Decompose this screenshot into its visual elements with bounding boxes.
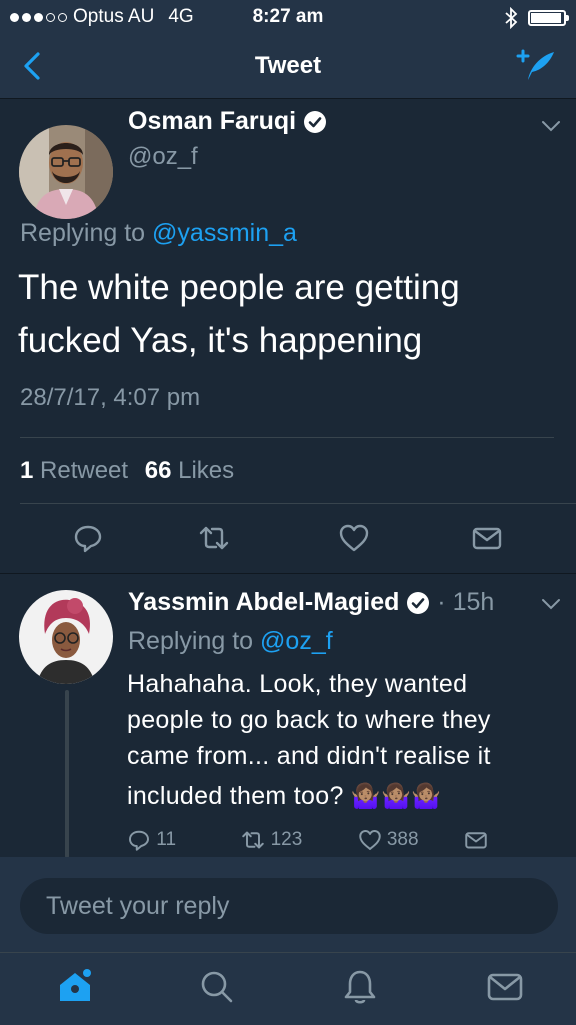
replying-to-link[interactable]: @yassmin_a: [152, 219, 297, 247]
search-icon[interactable]: [199, 969, 235, 1005]
chevron-down-icon[interactable]: [540, 597, 562, 611]
tweet-timestamp: 28/7/17, 4:07 pm: [20, 384, 201, 411]
reply-age: 15h: [452, 588, 495, 616]
author-line: Osman Faruqi: [128, 107, 327, 136]
tweet-stats: 1 Retweet 66 Likes: [20, 457, 234, 485]
retweet-icon[interactable]: [198, 522, 230, 554]
reply-reply-action[interactable]: 11: [127, 829, 181, 851]
clock: 8:27 am: [252, 6, 324, 27]
heart-icon: [358, 830, 381, 850]
reply-retweet-count: 123: [270, 829, 303, 851]
tweet-text-line: The white people are getting: [18, 268, 460, 307]
home-icon[interactable]: [55, 967, 95, 1007]
retweet-icon: [242, 831, 265, 849]
tweet-text-line: fucked Yas, it's happening: [18, 321, 423, 360]
reply-like-count: 388: [386, 829, 419, 851]
nav-bar: Tweet: [0, 34, 576, 99]
reply-count: 11: [156, 829, 177, 851]
compose-icon[interactable]: [514, 46, 558, 84]
reply-icon[interactable]: [72, 522, 104, 554]
mail-icon[interactable]: [471, 522, 503, 554]
author-handle[interactable]: @oz_f: [128, 143, 198, 171]
replying-prefix: Replying to: [20, 219, 146, 247]
reply-author-name[interactable]: Yassmin Abdel-Magied: [128, 588, 399, 616]
bluetooth-icon: [505, 7, 518, 29]
heart-icon[interactable]: [338, 522, 370, 554]
time-separator: ·: [437, 588, 446, 616]
retweet-label: Retweet: [40, 457, 129, 484]
reply-icon: [129, 830, 149, 851]
divider: [20, 503, 576, 504]
divider: [20, 437, 554, 438]
battery-icon: [528, 10, 569, 26]
main-tweet: Osman Faruqi @oz_f Replying to @yassmin_…: [0, 99, 576, 573]
likes-stat[interactable]: 66 Likes: [145, 457, 234, 484]
like-label: Likes: [178, 457, 235, 484]
status-bar: Optus AU 4G 8:27 am: [0, 0, 576, 34]
page-title: Tweet: [254, 52, 322, 79]
shrug-emoji: 🤷🏽‍♀️🤷🏽‍♀️🤷🏽‍♀️: [350, 783, 442, 810]
reply-replying-to: Replying to @oz_f: [128, 627, 333, 656]
replying-to: Replying to @yassmin_a: [20, 219, 297, 248]
replying-to-link[interactable]: @oz_f: [260, 627, 333, 655]
reply-retweet-action[interactable]: 123: [241, 829, 307, 850]
reply-text-last-line: included them too? 🤷🏽‍♀️🤷🏽‍♀️🤷🏽‍♀️: [127, 778, 567, 815]
mail-icon: [465, 832, 487, 849]
chevron-down-icon[interactable]: [540, 119, 562, 133]
bell-icon[interactable]: [342, 968, 378, 1006]
avatar-osman[interactable]: [19, 125, 113, 219]
verified-icon: [407, 592, 430, 615]
status-right: [504, 7, 569, 29]
reply-like-action[interactable]: 388: [358, 829, 424, 850]
avatar-yassmin[interactable]: [19, 590, 113, 684]
verified-icon: [304, 111, 327, 134]
tweet-text: The white people are getting fucked Yas,…: [18, 261, 558, 367]
tab-bar: [0, 952, 576, 1025]
reply-dm-action[interactable]: [464, 829, 488, 850]
reply-text-line: included them too?: [127, 782, 344, 810]
reply-text-line: came from... and didn't realise it: [127, 742, 491, 770]
reply-actions: 11 123 388: [127, 828, 488, 852]
reply-text: Hahahaha. Look, they wanted people to go…: [127, 666, 567, 815]
reply-input[interactable]: Tweet your reply: [20, 878, 558, 934]
reply-author-line: Yassmin Abdel-Magied · 15h: [128, 588, 494, 617]
mail-icon[interactable]: [486, 969, 524, 1005]
retweet-count: 1: [20, 457, 34, 484]
replying-prefix: Replying to: [128, 627, 254, 655]
reply-text-line: people to go back to where they: [127, 706, 491, 734]
reply-text-line: Hahahaha. Look, they wanted: [127, 670, 468, 698]
author-name[interactable]: Osman Faruqi: [128, 107, 296, 135]
retweets-stat[interactable]: 1 Retweet: [20, 457, 128, 484]
like-count: 66: [144, 457, 172, 484]
thread-line: [65, 690, 69, 858]
